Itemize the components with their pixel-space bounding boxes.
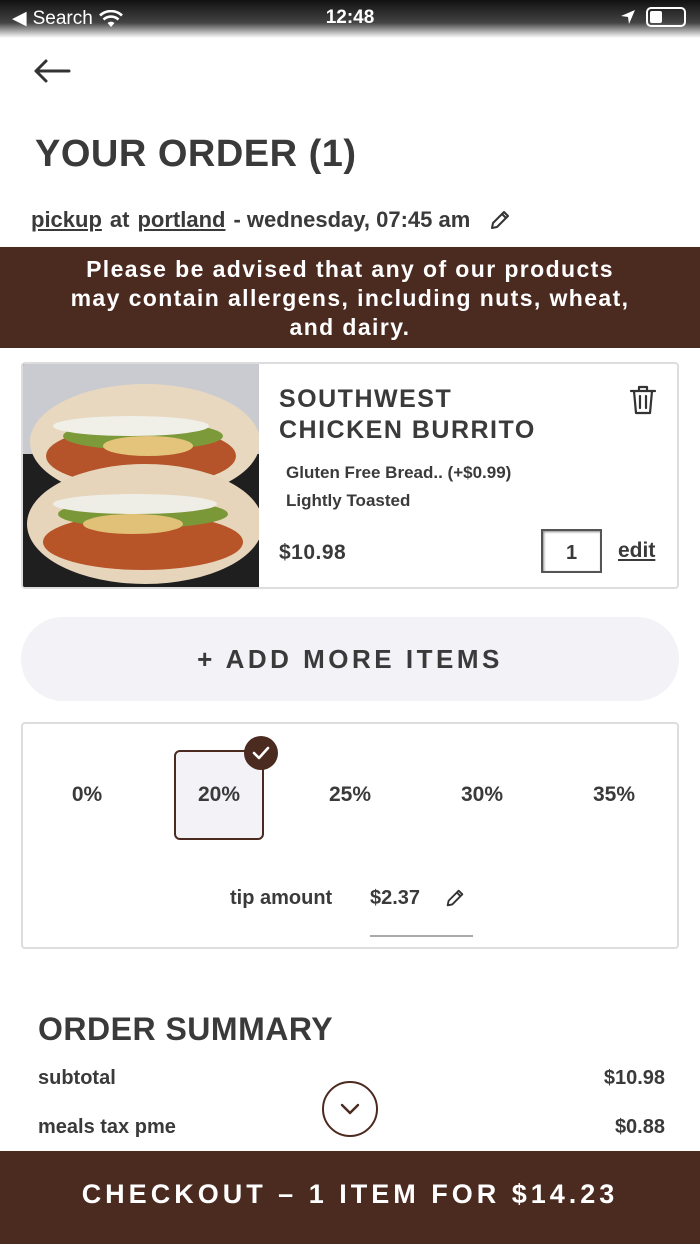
pickup-time-text: - wednesday, 07:45 am: [233, 207, 471, 232]
status-bar: ◀ Search 12:48: [0, 0, 700, 38]
back-arrow-icon[interactable]: [32, 56, 72, 86]
allergen-line: and dairy.: [289, 314, 411, 340]
checkout-button[interactable]: CHECKOUT – 1 ITEM FOR $14.23: [0, 1151, 700, 1244]
pickup-mode-link[interactable]: pickup: [31, 207, 102, 233]
tip-amount-label: tip amount: [230, 887, 333, 909]
pickup-at-text: at: [109, 207, 130, 232]
tip-option-0[interactable]: 0%: [42, 750, 132, 840]
item-photo: [23, 364, 259, 587]
item-modifier: Gluten Free Bread.. (+$0.99): [286, 463, 512, 482]
tip-selector: 0% 20% 25% 30% 35% tip amount $2.37: [21, 722, 679, 949]
add-more-items-button[interactable]: + ADD MORE ITEMS: [21, 617, 679, 701]
item-name-line: SOUTHWEST: [279, 385, 453, 413]
edit-item-link[interactable]: edit: [618, 539, 655, 563]
summary-label: subtotal: [38, 1067, 116, 1089]
location-arrow-icon: [621, 10, 635, 24]
summary-label: meals tax pme: [38, 1116, 176, 1138]
edit-tip-pencil-icon[interactable]: [444, 887, 466, 909]
cart-item-card: SOUTHWEST CHICKEN BURRITO Gluten Free Br…: [21, 362, 679, 589]
tip-option-35[interactable]: 35%: [569, 750, 659, 840]
item-name: SOUTHWEST CHICKEN BURRITO: [279, 384, 579, 446]
allergen-line: may contain allergens, including nuts, w…: [70, 285, 630, 311]
trash-icon[interactable]: [628, 384, 658, 416]
item-price: $10.98: [279, 541, 347, 564]
allergen-notice: Please be advised that any of our produc…: [0, 247, 700, 348]
pickup-location-link[interactable]: portland: [137, 207, 225, 233]
item-name-line: CHICKEN BURRITO: [279, 416, 536, 444]
pickup-details: pickup at portland - wednesday, 07:45 am: [31, 207, 512, 233]
expand-summary-button[interactable]: [322, 1081, 378, 1137]
edit-pickup-pencil-icon[interactable]: [488, 208, 512, 232]
allergen-line: Please be advised that any of our produc…: [86, 256, 614, 282]
chevron-down-icon: [340, 1103, 360, 1115]
page-title: YOUR ORDER (1): [35, 133, 357, 175]
tip-option-30[interactable]: 30%: [437, 750, 527, 840]
battery-icon: [646, 7, 686, 27]
checkmark-icon: [244, 736, 278, 770]
tip-option-25[interactable]: 25%: [305, 750, 395, 840]
summary-value: $0.88: [614, 1116, 665, 1138]
order-summary-title: ORDER SUMMARY: [38, 1011, 334, 1047]
summary-value: $10.98: [603, 1067, 665, 1089]
tip-amount-underline: [370, 935, 473, 937]
tip-amount-input[interactable]: $2.37: [370, 887, 420, 910]
item-modifier: Lightly Toasted: [286, 491, 411, 510]
status-time: 12:48: [325, 7, 375, 28]
quantity-input[interactable]: 1: [541, 529, 602, 573]
